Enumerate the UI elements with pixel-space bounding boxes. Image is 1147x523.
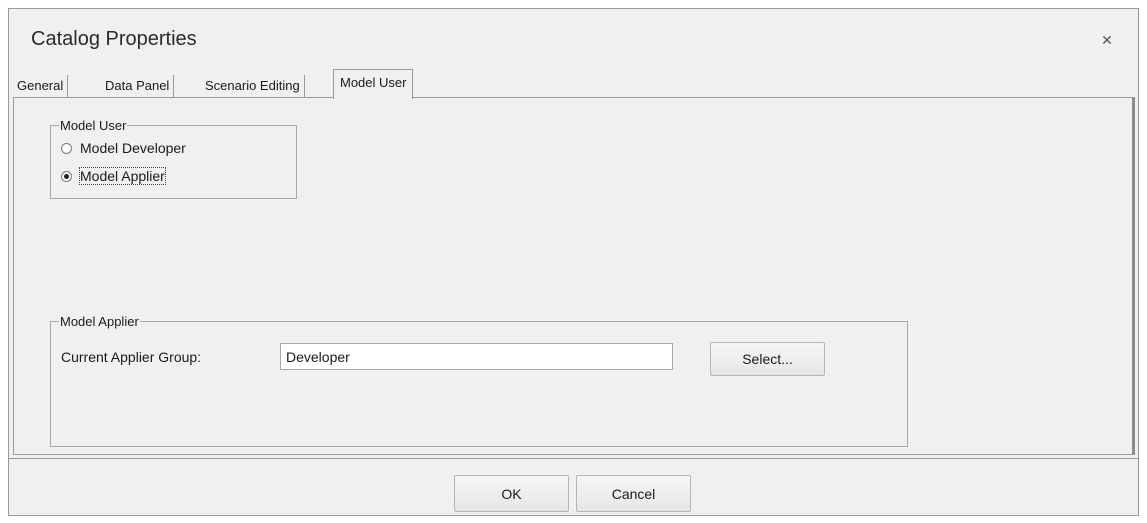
tab-scenario-editing[interactable]: Scenario Editing — [201, 75, 305, 97]
dialog-footer: OK Cancel — [9, 458, 1138, 517]
model-applier-group-legend: Model Applier — [60, 314, 139, 329]
model-applier-label: Model Applier — [79, 167, 166, 185]
close-icon[interactable]: ✕ — [1100, 33, 1114, 47]
dialog-title: Catalog Properties — [31, 28, 197, 50]
model-applier-radio[interactable] — [61, 170, 72, 182]
model-user-group-legend: Model User — [60, 118, 127, 133]
title-bar: Catalog Properties ✕ — [9, 9, 1138, 67]
ok-button[interactable]: OK — [454, 475, 569, 512]
tab-general[interactable]: General — [13, 75, 69, 97]
tab-data-panel[interactable]: Data Panel — [101, 75, 175, 97]
select-button[interactable]: Select... — [710, 342, 825, 376]
current-applier-group-label: Current Applier Group: — [61, 349, 202, 365]
model-applier-option[interactable]: Model Applier — [61, 166, 166, 186]
model-developer-radio[interactable] — [61, 142, 72, 154]
current-applier-group-field[interactable] — [280, 343, 673, 370]
cancel-button[interactable]: Cancel — [576, 475, 691, 512]
catalog-properties-dialog: Catalog Properties ✕ General Data Panel … — [8, 8, 1139, 516]
model-user-group: Model User Model Developer Model Applier — [50, 118, 297, 199]
model-applier-group: Model Applier Current Applier Group: Sel… — [50, 314, 908, 447]
model-developer-option[interactable]: Model Developer — [61, 138, 186, 158]
tab-panel-model-user: Model User Model Developer Model Applier… — [13, 97, 1135, 455]
tab-model-user[interactable]: Model User — [333, 69, 414, 99]
model-developer-label: Model Developer — [80, 140, 186, 156]
